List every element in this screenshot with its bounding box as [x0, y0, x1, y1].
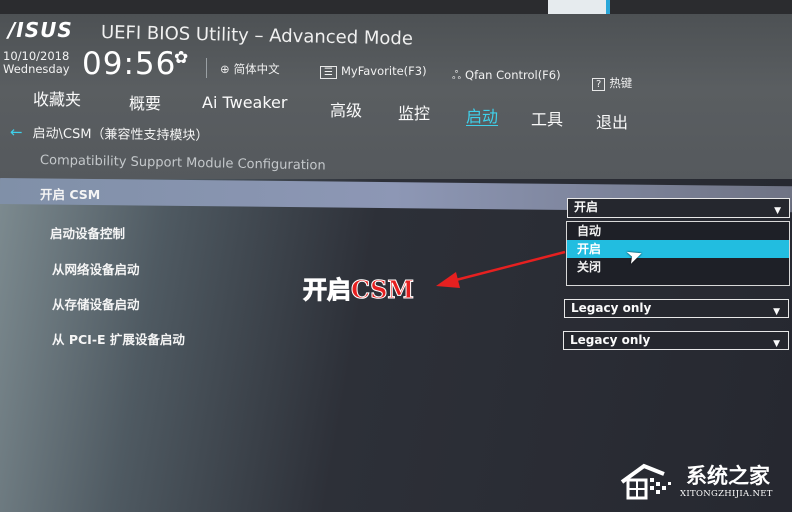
tab-favorites[interactable]: 收藏夹 — [33, 86, 81, 110]
fan-icon: ஃ — [452, 68, 462, 82]
breadcrumb-text: 启动\CSM（兼容性支持模块） — [32, 126, 209, 144]
boot-pcie-select[interactable]: Legacy only ▼ — [563, 331, 789, 350]
annotation-arrow-icon — [436, 250, 566, 288]
chevron-down-icon: ▼ — [773, 307, 780, 317]
hotkeys-button[interactable]: ? 热键 — [592, 75, 632, 91]
weekday: Wednesday — [3, 62, 70, 76]
house-logo-icon — [620, 463, 671, 500]
favorite-icon: ☰ — [320, 66, 337, 79]
gear-icon[interactable]: ✿ — [174, 48, 188, 68]
annotation-label: 开启CSM — [303, 275, 415, 305]
setting-boot-network-label[interactable]: 从网络设备启动 — [52, 259, 140, 278]
language-label: 简体中文 — [233, 62, 280, 76]
myfavorite-label: MyFavorite(F3) — [340, 64, 427, 78]
setting-launch-csm-label[interactable]: 开启 CSM — [40, 184, 100, 203]
tab-tool[interactable]: 工具 — [531, 106, 563, 130]
qfan-control-button[interactable]: ஃ Qfan Control(F6) — [452, 68, 561, 84]
tab-ai-tweaker[interactable]: Ai Tweaker — [202, 93, 287, 112]
launch-csm-value: 开启 — [574, 200, 599, 214]
tab-main[interactable]: 概要 — [129, 90, 161, 114]
asus-logo: /ISUS — [8, 18, 73, 42]
tab-advanced[interactable]: 高级 — [330, 97, 362, 121]
qfan-label: Qfan Control(F6) — [465, 68, 561, 82]
divider — [206, 58, 207, 78]
back-arrow-icon[interactable]: ← — [10, 123, 23, 141]
tab-boot[interactable]: 启动 — [466, 103, 498, 127]
chevron-down-icon: ▼ — [774, 206, 781, 216]
boot-pcie-value: Legacy only — [570, 333, 651, 347]
setting-boot-device-control-label[interactable]: 启动设备控制 — [50, 223, 125, 242]
language-button[interactable]: ⊕ 简体中文 — [220, 61, 280, 77]
setting-boot-storage-label[interactable]: 从存储设备启动 — [52, 294, 140, 313]
tab-exit[interactable]: 退出 — [596, 109, 628, 133]
launch-csm-select[interactable]: 开启 ▼ — [567, 198, 790, 218]
launch-csm-dropdown[interactable]: 自动 开启 关闭 — [566, 221, 790, 286]
dropdown-option-disabled[interactable]: 关闭 — [567, 258, 789, 276]
watermark: 系统之家 XITONGZHIJIA.NET — [618, 458, 792, 504]
help-icon: ? — [592, 78, 606, 91]
boot-storage-value: Legacy only — [571, 301, 652, 315]
setting-boot-pcie-label[interactable]: 从 PCI-E 扩展设备启动 — [52, 329, 185, 348]
hotkeys-label: 热键 — [609, 76, 633, 90]
watermark-name: 系统之家 — [686, 464, 770, 488]
watermark-url: XITONGZHIJIA.NET — [680, 489, 773, 499]
breadcrumb: ← 启动\CSM（兼容性支持模块） — [10, 122, 209, 144]
dropdown-option-enabled[interactable]: 开启 — [567, 240, 789, 258]
chevron-down-icon: ▼ — [773, 339, 780, 349]
tab-monitor[interactable]: 监控 — [398, 100, 430, 124]
monitor-bezel — [0, 0, 792, 14]
dropdown-option-auto[interactable]: 自动 — [567, 222, 789, 240]
date-display: 10/10/2018 Wednesday — [3, 50, 70, 76]
clock: 09:56 — [82, 46, 177, 82]
myfavorite-button[interactable]: ☰ MyFavorite(F3) — [320, 64, 427, 79]
boot-storage-select[interactable]: Legacy only ▼ — [564, 299, 789, 318]
globe-icon: ⊕ — [220, 62, 230, 76]
